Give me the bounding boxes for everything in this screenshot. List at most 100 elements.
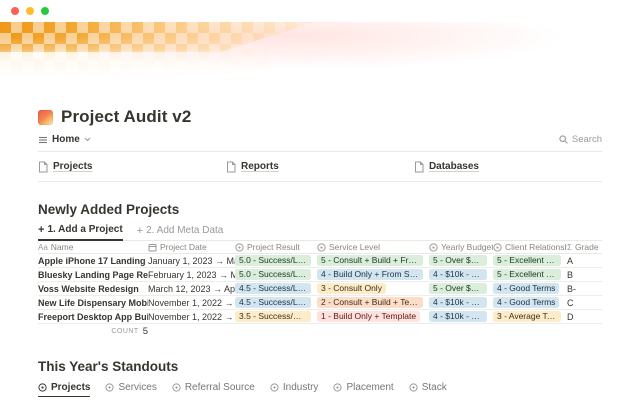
cell-project-date[interactable]: January 1, 2023 → March 31, 2023 bbox=[148, 256, 235, 266]
column-header-client-relationship[interactable]: Client Relationship bbox=[493, 242, 567, 252]
search-button[interactable]: Search bbox=[559, 134, 602, 145]
cell-yearly-budget[interactable]: 4 - $10k - $50k bbox=[429, 269, 493, 280]
breadcrumb-home-tab[interactable]: Home bbox=[38, 134, 91, 145]
cell-client-relationship[interactable]: 4 - Good Terms bbox=[493, 297, 567, 308]
count-label: COUNT bbox=[111, 328, 138, 335]
cell-yearly-budget[interactable]: 4 - $10k - $50k bbox=[429, 311, 493, 322]
cell-client-relationship[interactable]: 3 - Average Terms bbox=[493, 311, 567, 322]
status-badge: 4 - $10k - $50k bbox=[429, 311, 487, 322]
cell-service-level[interactable]: 2 - Consult + Build + Template bbox=[317, 297, 429, 308]
cell-name[interactable]: Bluesky Landing Page Redesign bbox=[38, 270, 148, 280]
cell-service-level[interactable]: 3 - Consult Only bbox=[317, 283, 429, 294]
view-tab-referral-source[interactable]: Referral Source bbox=[172, 382, 255, 396]
cell-yearly-budget[interactable]: 4 - $10k - $50k bbox=[429, 297, 493, 308]
search-label: Search bbox=[572, 134, 602, 145]
cell-name[interactable]: New Life Dispensary Mobile App Design bbox=[38, 298, 148, 308]
cell-service-level[interactable]: 5 - Consult + Build + From Scratch bbox=[317, 255, 429, 266]
cell-grade[interactable]: B bbox=[567, 270, 602, 280]
status-badge: 5 - Over $50k bbox=[429, 255, 487, 266]
cell-project-date[interactable]: November 1, 2022 → December 31, 2022 bbox=[148, 298, 235, 308]
cell-project-result[interactable]: 4.5 - Success/Live/LP bbox=[235, 297, 317, 308]
column-header-yearly-budget[interactable]: Yearly Budget bbox=[429, 242, 493, 252]
status-badge: 1 - Build Only + Template bbox=[317, 311, 420, 322]
page-icon bbox=[414, 161, 424, 173]
search-icon bbox=[559, 135, 568, 144]
column-label: Client Relationship bbox=[505, 242, 567, 252]
nav-link-reports[interactable]: Reports bbox=[226, 161, 414, 173]
cell-client-relationship[interactable]: 4 - Good Terms bbox=[493, 283, 567, 294]
column-header-project-result[interactable]: Project Result bbox=[235, 242, 317, 252]
window-zoom-button[interactable] bbox=[41, 7, 49, 15]
status-badge: 3.5 - Success/Deliver... bbox=[235, 311, 311, 322]
circle-dot-icon bbox=[333, 383, 342, 392]
cell-service-level[interactable]: 4 - Build Only + From Scratch bbox=[317, 269, 429, 280]
view-tab-industry[interactable]: Industry bbox=[270, 382, 319, 396]
cell-grade[interactable]: A bbox=[567, 256, 602, 266]
cell-service-level[interactable]: 1 - Build Only + Template bbox=[317, 311, 429, 322]
chevron-down-icon bbox=[84, 137, 91, 142]
nav-link-projects[interactable]: Projects bbox=[38, 161, 226, 173]
table-footer: COUNT 5 bbox=[38, 324, 602, 338]
cell-project-date[interactable]: February 1, 2023 → March 31, 2023 bbox=[148, 270, 235, 280]
view-tab-label: Projects bbox=[51, 382, 90, 393]
column-header-name[interactable]: Aa Name bbox=[38, 242, 148, 252]
count-calculation[interactable]: COUNT 5 bbox=[38, 326, 148, 337]
cell-yearly-budget[interactable]: 5 - Over $50k bbox=[429, 283, 493, 294]
table-row[interactable]: Apple iPhone 17 Landing Page January 1, … bbox=[38, 254, 602, 268]
cell-grade[interactable]: B- bbox=[567, 284, 602, 294]
cell-project-result[interactable]: 5.0 - Success/Live/HP bbox=[235, 269, 317, 280]
status-badge: 4 - Good Terms bbox=[493, 297, 559, 308]
cell-project-date[interactable]: March 12, 2023 → April 30, 2023 bbox=[148, 284, 235, 294]
status-badge: 5 - Over $50k bbox=[429, 283, 487, 294]
cell-client-relationship[interactable]: 5 - Excellent Terms bbox=[493, 269, 567, 280]
nav-link-label: Reports bbox=[241, 161, 279, 172]
view-tab-services[interactable]: Services bbox=[105, 382, 156, 396]
table-row[interactable]: Freeport Desktop App Build November 1, 2… bbox=[38, 310, 602, 324]
cell-grade[interactable]: C bbox=[567, 298, 602, 308]
status-badge: 4 - $10k - $50k bbox=[429, 297, 487, 308]
table-row[interactable]: Bluesky Landing Page Redesign February 1… bbox=[38, 268, 602, 282]
cell-project-result[interactable]: 3.5 - Success/Deliver... bbox=[235, 311, 317, 322]
cell-name[interactable]: Freeport Desktop App Build bbox=[38, 312, 148, 322]
view-tab-stack[interactable]: Stack bbox=[409, 382, 447, 396]
column-header-service-level[interactable]: Service Level bbox=[317, 242, 429, 252]
nav-link-label: Projects bbox=[53, 161, 92, 172]
cell-client-relationship[interactable]: 5 - Excellent Terms bbox=[493, 255, 567, 266]
status-badge: 3 - Consult Only bbox=[317, 283, 386, 294]
table-row[interactable]: Voss Website Redesign March 12, 2023 → A… bbox=[38, 282, 602, 296]
text-icon: Aa bbox=[38, 243, 48, 252]
status-badge: 5.0 - Success/Live/HP bbox=[235, 255, 311, 266]
column-header-project-date[interactable]: Project Date bbox=[148, 242, 235, 252]
table-header-row: Aa Name Project Date Project Result bbox=[38, 240, 602, 254]
view-tab-add-a-project[interactable]: + 1. Add a Project bbox=[38, 224, 123, 241]
breadcrumb-label: Home bbox=[52, 134, 80, 145]
cell-name[interactable]: Voss Website Redesign bbox=[38, 284, 148, 294]
select-icon bbox=[493, 243, 502, 252]
breadcrumb-bar: Home Search bbox=[38, 128, 602, 152]
view-tab-add-meta-data[interactable]: + 2. Add Meta Data bbox=[137, 225, 224, 240]
view-tab-label: Industry bbox=[283, 382, 319, 393]
cover-image bbox=[0, 22, 640, 80]
cell-grade[interactable]: D bbox=[567, 312, 602, 322]
status-badge: 4.5 - Success/Live/LP bbox=[235, 283, 311, 294]
nav-link-databases[interactable]: Databases bbox=[414, 161, 602, 173]
cell-project-date[interactable]: November 1, 2022 → March 31, 2023 bbox=[148, 312, 235, 322]
view-tab-projects[interactable]: Projects bbox=[38, 382, 90, 397]
cell-project-result[interactable]: 4.5 - Success/Live/LP bbox=[235, 283, 317, 294]
window-minimize-button[interactable] bbox=[26, 7, 34, 15]
database-view-tabs: + 1. Add a Project + 2. Add Meta Data bbox=[38, 220, 602, 240]
window-close-button[interactable] bbox=[11, 7, 19, 15]
status-badge: 4.5 - Success/Live/LP bbox=[235, 297, 311, 308]
view-tab-label: 2. Add Meta Data bbox=[146, 225, 223, 236]
cell-yearly-budget[interactable]: 5 - Over $50k bbox=[429, 255, 493, 266]
status-badge: 5 - Consult + Build + From Scratch bbox=[317, 255, 423, 266]
window-titlebar bbox=[0, 0, 640, 22]
table-row[interactable]: New Life Dispensary Mobile App Design No… bbox=[38, 296, 602, 310]
select-icon bbox=[235, 243, 244, 252]
cell-project-result[interactable]: 5.0 - Success/Live/HP bbox=[235, 255, 317, 266]
column-header-grade[interactable]: Σ Grade bbox=[567, 242, 602, 252]
cell-name[interactable]: Apple iPhone 17 Landing Page bbox=[38, 256, 148, 266]
view-tab-placement[interactable]: Placement bbox=[333, 382, 393, 396]
count-value: 5 bbox=[143, 326, 148, 337]
circle-dot-icon bbox=[38, 383, 47, 392]
